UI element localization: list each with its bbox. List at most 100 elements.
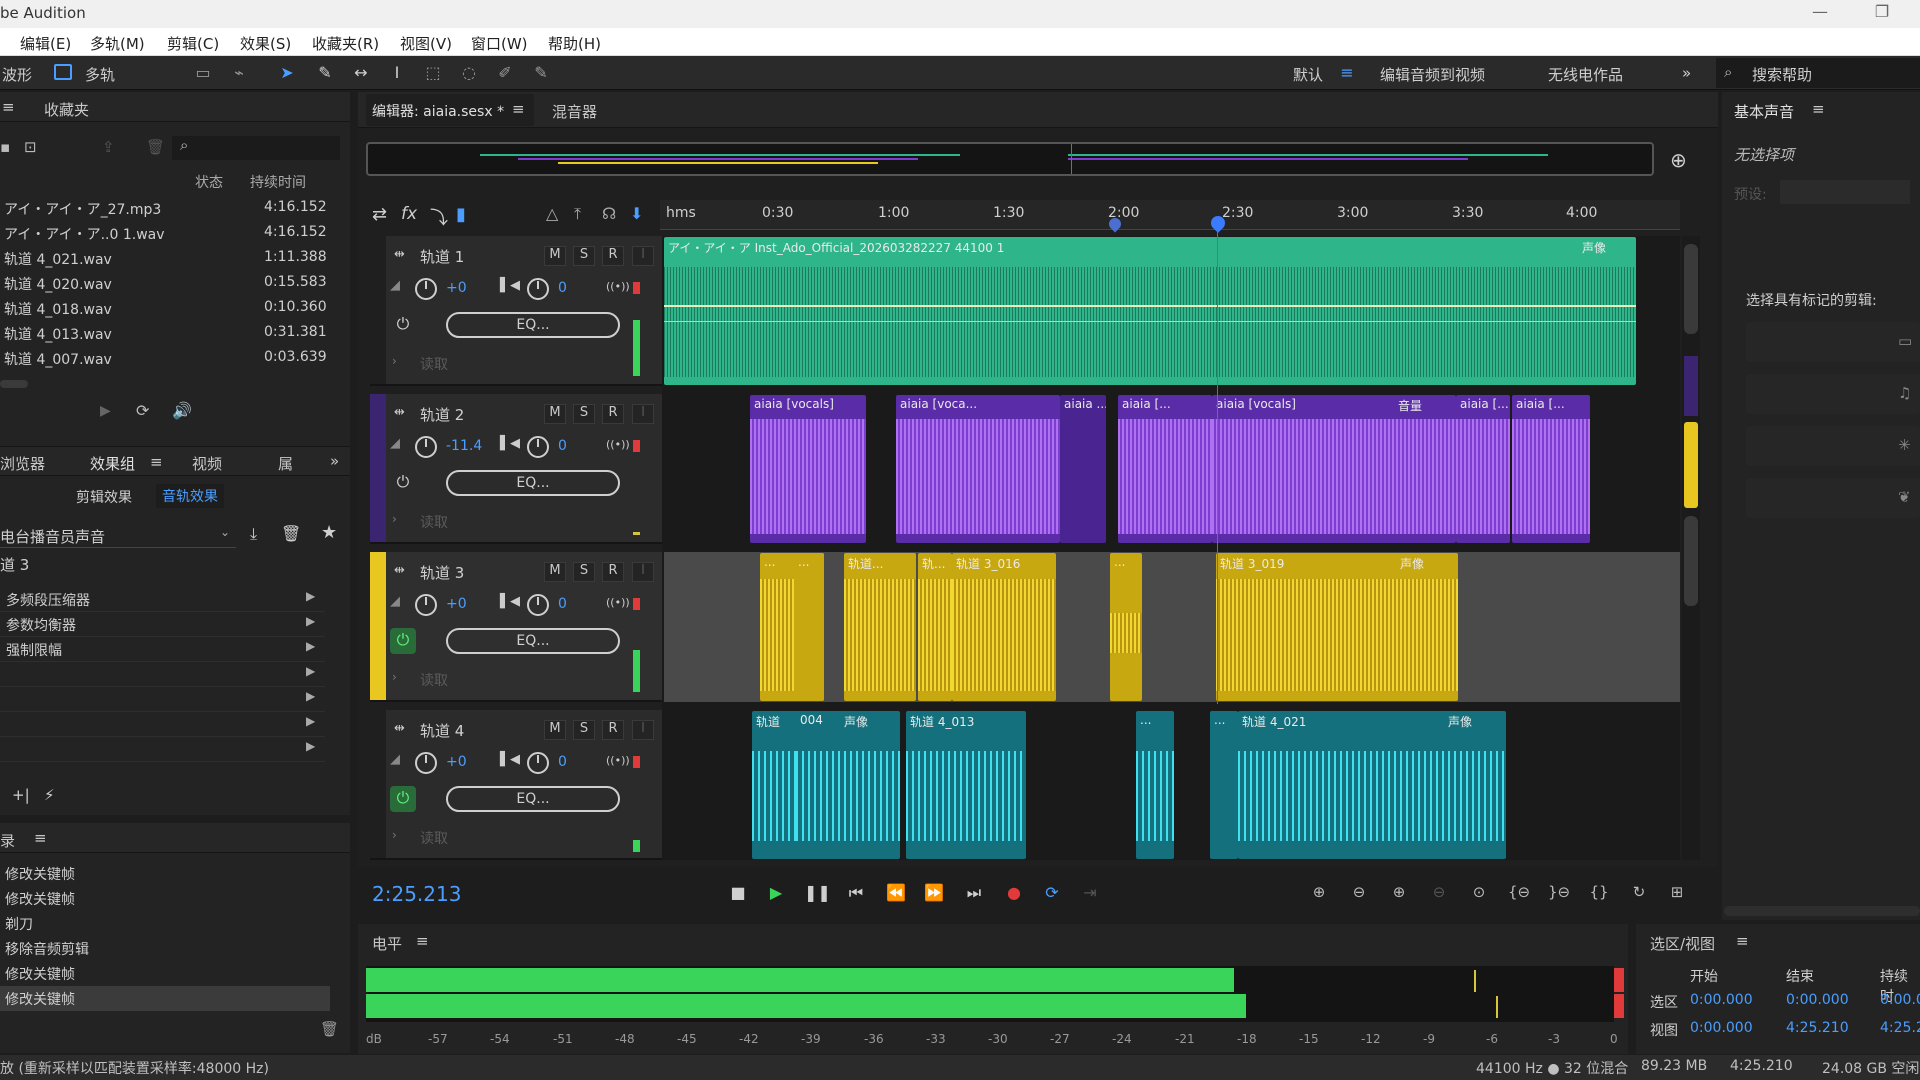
monitor-input-button[interactable]: I — [632, 246, 654, 266]
pan-value[interactable]: 0 — [558, 280, 567, 296]
clip-indicator[interactable] — [1614, 968, 1624, 992]
tab-mixer[interactable]: 混音器 — [552, 101, 597, 122]
spectral-pitch-icon[interactable]: ⌁ — [228, 63, 250, 83]
maximize-button[interactable]: ❐ — [1865, 2, 1899, 26]
marquee-tool-icon[interactable]: ⬚ — [422, 63, 444, 83]
eq-button[interactable]: EQ... — [446, 470, 620, 496]
files-search-input[interactable]: ⌕ — [172, 136, 340, 160]
audio-clip[interactable]: 轨道... — [844, 553, 916, 701]
zoom-in-point-icon[interactable]: {⊖ — [1506, 883, 1532, 907]
volume-knob[interactable] — [415, 436, 437, 458]
files-scrollbar[interactable] — [0, 380, 28, 388]
mute-button[interactable]: M — [544, 720, 566, 740]
chevron-right-icon[interactable]: › — [392, 670, 397, 684]
delete-icon[interactable]: 🗑 — [146, 138, 165, 156]
list-item[interactable]: アイ・アイ・ア_27.mp3 4:16.152 — [0, 196, 330, 221]
pan-knob[interactable] — [527, 278, 549, 300]
eq-view-icon[interactable]: ▮ — [456, 204, 466, 225]
volume-value[interactable]: +0 — [446, 754, 467, 770]
audio-clip[interactable]: 轨... — [918, 553, 952, 701]
effect-slot[interactable]: ▶ — [0, 737, 325, 762]
zoom-to-selection-icon[interactable]: ⊕ — [1670, 148, 1687, 172]
save-preset-icon[interactable]: ⤓ — [250, 524, 257, 544]
help-search-input[interactable]: 搜索帮助 — [1752, 64, 1812, 85]
record-button[interactable]: ● — [1002, 883, 1026, 905]
slip-tool-icon[interactable]: ↔ — [350, 63, 372, 83]
list-item[interactable]: 轨道 4_007.wav 0:03.639 — [0, 346, 330, 371]
more-panels-button[interactable]: » — [330, 452, 339, 470]
favorite-star-icon[interactable]: ★ — [321, 522, 337, 543]
zoom-selection-icon[interactable]: ⊙ — [1466, 883, 1492, 907]
spectral-frequency-icon[interactable]: ▭ — [192, 63, 214, 83]
automation-mode[interactable]: 读取 — [420, 354, 448, 374]
workspace-edit-audio-video[interactable]: 编辑音频到视频 — [1380, 64, 1485, 85]
monitor-input-button[interactable]: I — [632, 562, 654, 582]
help-search-box[interactable]: ⌕ 搜索帮助 — [1716, 58, 1920, 88]
menu-effects[interactable]: 效果(S) — [240, 33, 291, 54]
headphones-icon[interactable]: ☊ — [602, 204, 616, 223]
automation-mode[interactable]: 读取 — [420, 670, 448, 690]
panel-menu-icon[interactable]: ≡ — [416, 932, 429, 950]
mute-button[interactable]: M — [544, 562, 566, 582]
menu-multitrack[interactable]: 多轨(M) — [90, 33, 145, 54]
record-arm-button[interactable]: R — [602, 246, 624, 266]
volume-knob[interactable] — [415, 278, 437, 300]
effect-slot[interactable]: ▶ — [0, 662, 325, 687]
sends-icon[interactable]: ⤵ — [430, 204, 448, 230]
audio-clip[interactable]: aiaia [vocals] — [750, 395, 866, 543]
insert-effect-icon[interactable]: +| — [12, 786, 30, 804]
solo-button[interactable]: S — [573, 720, 595, 740]
brush-tool-icon[interactable]: ✐ — [494, 63, 516, 83]
scroll-thumb[interactable] — [1684, 244, 1698, 334]
razor-tool-icon[interactable]: ✎ — [314, 63, 336, 83]
minimize-button[interactable]: — — [1803, 2, 1837, 26]
preset-dropdown[interactable] — [1780, 180, 1910, 204]
time-selection-tool-icon[interactable]: I — [386, 63, 408, 83]
power-icon[interactable]: ⏻ — [390, 312, 416, 338]
skip-selection-button[interactable]: ⇥ — [1078, 883, 1102, 905]
preset-select[interactable]: 电台播音员声音 ⌄ — [0, 522, 236, 548]
selection-start[interactable]: 0:00.000 — [1690, 992, 1753, 1008]
time-ruler[interactable] — [660, 200, 1680, 230]
audio-clip[interactable]: aiaia ... — [1060, 395, 1106, 543]
automation-mode[interactable]: 读取 — [420, 828, 448, 848]
audio-clip[interactable]: ... — [794, 553, 824, 701]
dialogue-type-button[interactable]: ▭ — [1746, 322, 1920, 362]
audio-clip[interactable]: aiaia [vocals] 音量 — [1212, 395, 1456, 543]
workspace-default[interactable]: 默认 — [1293, 64, 1323, 85]
list-item[interactable]: アイ・アイ・ア..0 1.wav 4:16.152 — [0, 221, 330, 246]
solo-button[interactable]: S — [573, 562, 595, 582]
tab-editor[interactable]: 编辑器: aiaia.sesx * — [372, 101, 504, 121]
tab-favorites[interactable]: 收藏夹 — [44, 99, 89, 120]
panel-menu-icon[interactable]: ≡ — [512, 100, 525, 118]
pan-knob[interactable] — [527, 436, 549, 458]
volume-value[interactable]: -11.4 — [446, 438, 482, 454]
history-item[interactable]: 剃刀 — [0, 911, 330, 936]
tab-effects-rack[interactable]: 效果组 — [90, 453, 135, 474]
chevron-right-icon[interactable]: › — [392, 512, 397, 526]
play-button[interactable]: ▶ — [764, 883, 788, 905]
list-item[interactable]: 轨道 4_020.wav 0:15.583 — [0, 271, 330, 296]
menu-edit[interactable]: 编辑(E) — [20, 33, 71, 54]
effect-slot[interactable]: ▶ — [0, 687, 325, 712]
volume-value[interactable]: +0 — [446, 280, 467, 296]
power-icon[interactable]: ⏻ — [390, 786, 416, 812]
menu-view[interactable]: 视图(V) — [400, 33, 452, 54]
track-name[interactable]: 轨道 3 — [420, 562, 464, 583]
mute-button[interactable]: M — [544, 404, 566, 424]
loop-preview-icon[interactable]: ⟳ — [136, 401, 149, 420]
zoom-reset-icon[interactable]: ↻ — [1626, 883, 1652, 907]
workspace-radio[interactable]: 无线电作品 — [1548, 64, 1623, 85]
power-icon[interactable]: ⏻ — [390, 628, 416, 654]
current-time-display[interactable]: 2:25.213 — [372, 882, 461, 906]
pan-knob[interactable] — [527, 594, 549, 616]
waveform-view-button[interactable]: 波形 — [2, 64, 32, 85]
go-to-end-button[interactable]: ⏭ — [962, 883, 986, 905]
panel-menu-icon[interactable]: ≡ — [1812, 100, 1825, 118]
music-type-button[interactable]: ♫ — [1746, 374, 1920, 414]
record-arm-button[interactable]: R — [602, 720, 624, 740]
audio-clip[interactable]: 轨道 3_019 声像 — [1216, 553, 1458, 701]
horizontal-scrollbar[interactable] — [1724, 906, 1920, 916]
chevron-right-icon[interactable]: › — [392, 828, 397, 842]
volume-knob[interactable] — [415, 594, 437, 616]
